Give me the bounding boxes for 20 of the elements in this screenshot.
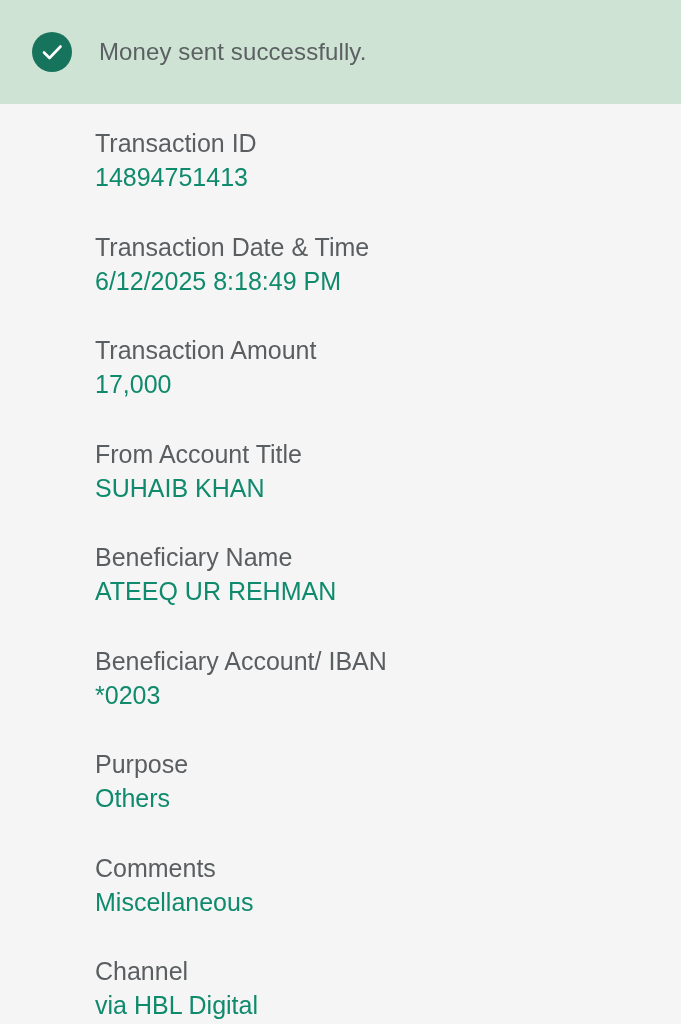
field-label: Transaction Amount (95, 335, 318, 366)
field-label: Purpose (95, 749, 190, 780)
field-value: 14894751413 (95, 162, 249, 193)
field-value: via HBL Digital (95, 990, 260, 1021)
field-label: Comments (95, 852, 217, 884)
field-label: Beneficiary Name (95, 542, 294, 573)
field-value: 6/12/2025 8:18:49 PM (95, 265, 343, 297)
field-label: From Account Title (95, 438, 304, 470)
field-value: ATEEQ UR REHMAN (95, 576, 338, 607)
field-label: Beneficiary Account/ IBAN (95, 645, 388, 677)
success-message: Money sent successfully. (99, 38, 367, 66)
field-label: Transaction ID (95, 128, 258, 159)
field-value: Miscellaneous (95, 886, 255, 918)
field-label: Transaction Date & Time (95, 231, 371, 263)
field-label: Channel (95, 956, 190, 987)
field-value: Others (95, 783, 172, 814)
field-value: SUHAIB KHAN (95, 472, 266, 504)
check-circle-icon (32, 32, 72, 72)
field-value: *0203 (95, 679, 162, 711)
field-value: 17,000 (95, 369, 173, 400)
